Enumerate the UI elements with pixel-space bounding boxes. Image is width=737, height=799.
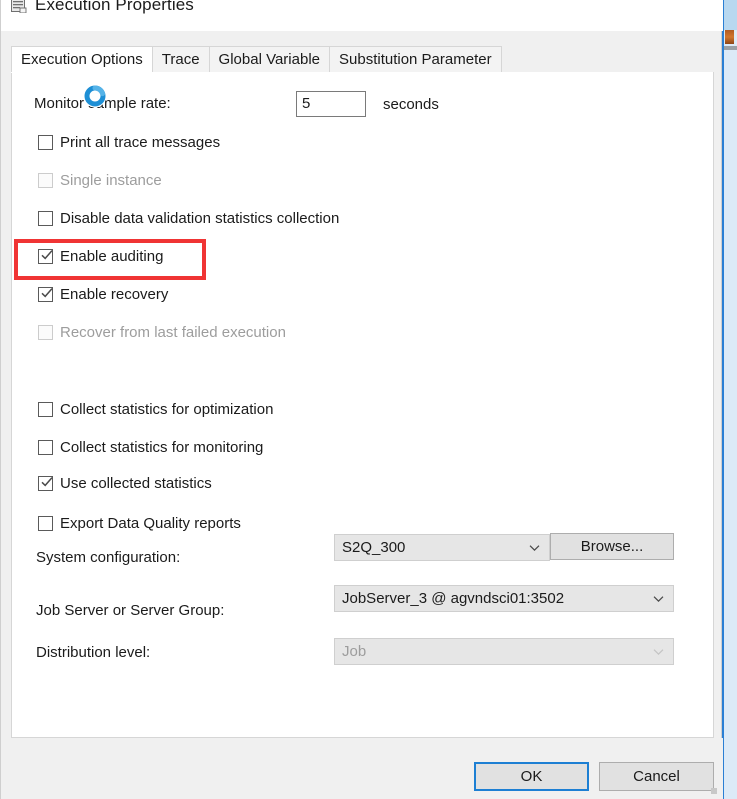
checkbox-label: Collect statistics for optimization: [60, 401, 274, 418]
job-server-label: Job Server or Server Group:: [36, 602, 225, 619]
execution-options-panel: Monitor sample rate: 5 seconds Print all…: [11, 72, 714, 738]
screen: Execution Properties – ✕ Execution Optio…: [0, 0, 737, 799]
job-server-combobox[interactable]: JobServer_3 @ agvndsci01:3502: [334, 585, 674, 612]
dialog-title: Execution Properties: [35, 0, 194, 14]
checkbox-label: Disable data validation statistics colle…: [60, 210, 340, 227]
checkbox-label: Recover from last failed execution: [60, 324, 286, 341]
system-configuration-value: S2Q_300: [342, 539, 406, 556]
checkbox-row-collect-statistics-for-optimization[interactable]: Collect statistics for optimization: [38, 401, 273, 418]
job-server-value: JobServer_3 @ agvndsci01:3502: [342, 590, 565, 607]
distribution-level-value: Job: [342, 643, 367, 660]
checkbox-row-single-instance: Single instance: [38, 172, 162, 189]
checkbox-row-export-data-quality-reports[interactable]: Export Data Quality reports: [38, 515, 241, 532]
cancel-button[interactable]: Cancel: [599, 762, 714, 791]
tab-global-variable[interactable]: Global Variable: [208, 46, 330, 72]
checkbox-label: Enable recovery: [60, 286, 169, 303]
checkbox-row-collect-statistics-for-monitoring[interactable]: Collect statistics for monitoring: [38, 439, 263, 456]
checkbox-row-recover-from-last-failed-execution: Recover from last failed execution: [38, 324, 286, 341]
checkbox-label: Use collected statistics: [60, 475, 212, 492]
ok-button[interactable]: OK: [474, 762, 589, 791]
checkbox-label: Print all trace messages: [60, 134, 221, 151]
background-window-edge[interactable]: [722, 0, 737, 799]
window-controls: – ✕: [585, 0, 723, 15]
background-window-divider: [724, 46, 737, 50]
browse-button[interactable]: Browse...: [550, 533, 674, 560]
tab-substitution-parameter[interactable]: Substitution Parameter: [329, 46, 502, 72]
checkbox-enable-recovery[interactable]: [38, 287, 53, 302]
tab-trace[interactable]: Trace: [151, 46, 210, 72]
checkbox-row-disable-data-validation-statistics-collection[interactable]: Disable data validation statistics colle…: [38, 210, 339, 227]
cancel-button-label: Cancel: [633, 768, 680, 785]
checkbox-recover-from-last-failed-execution: [38, 325, 53, 340]
chevron-down-icon: [529, 544, 540, 551]
checkbox-collect-statistics-for-monitoring[interactable]: [38, 440, 53, 455]
browse-button-label: Browse...: [580, 538, 644, 555]
tab-label: Substitution Parameter: [339, 51, 492, 68]
checkmark-icon: [41, 287, 53, 298]
monitor-sample-rate-label-row: Monitor sample rate:: [34, 95, 171, 112]
background-window-titlebar: [724, 0, 737, 30]
background-window-icon: [725, 30, 734, 44]
maximize-button[interactable]: [631, 0, 677, 15]
checkbox-label: Export Data Quality reports: [60, 515, 241, 532]
checkbox-row-use-collected-statistics[interactable]: Use collected statistics: [38, 475, 212, 492]
checkmark-icon: [41, 249, 53, 260]
checkbox-print-all-trace-messages[interactable]: [38, 135, 53, 150]
dialog-titlebar[interactable]: Execution Properties – ✕: [1, 0, 723, 31]
tab-label: Global Variable: [218, 51, 320, 68]
checkbox-single-instance: [38, 173, 53, 188]
checkbox-row-enable-recovery[interactable]: Enable recovery: [38, 286, 168, 303]
monitor-sample-rate-field-row: 5 seconds: [296, 91, 439, 117]
checkbox-row-enable-auditing[interactable]: Enable auditing: [38, 248, 163, 265]
document-properties-icon: [11, 0, 27, 14]
checkbox-label: Enable auditing: [60, 248, 164, 265]
checkbox-disable-data-validation-statistics-collection[interactable]: [38, 211, 53, 226]
chevron-down-icon: [653, 648, 664, 655]
distribution-level-label: Distribution level:: [36, 644, 151, 661]
checkbox-use-collected-statistics[interactable]: [38, 476, 53, 491]
dialog-footer: OK Cancel: [1, 738, 723, 799]
resize-grip[interactable]: [711, 788, 717, 794]
system-configuration-combobox[interactable]: S2Q_300: [334, 534, 550, 561]
system-configuration-label: System configuration:: [36, 549, 181, 566]
execution-properties-dialog: Execution Properties – ✕ Execution Optio…: [0, 0, 723, 799]
monitor-sample-rate-unit: seconds: [383, 95, 439, 113]
checkbox-label: Collect statistics for monitoring: [60, 439, 264, 456]
checkbox-export-data-quality-reports[interactable]: [38, 516, 53, 531]
checkbox-label: Single instance: [60, 172, 162, 189]
chevron-down-icon: [653, 595, 664, 602]
minimize-button[interactable]: –: [585, 0, 631, 15]
tab-execution-options[interactable]: Execution Options: [11, 46, 153, 72]
checkbox-collect-statistics-for-optimization[interactable]: [38, 402, 53, 417]
tab-label: Execution Options: [21, 51, 143, 68]
distribution-level-label-row: Distribution level:: [36, 644, 150, 661]
checkbox-enable-auditing[interactable]: [38, 249, 53, 264]
distribution-level-combobox: Job: [334, 638, 674, 665]
system-configuration-label-row: System configuration:: [36, 549, 180, 566]
tab-label: Trace: [161, 51, 200, 68]
tab-strip: Execution Options Trace Global Variable …: [11, 46, 714, 73]
checkmark-icon: [41, 476, 53, 487]
ok-button-label: OK: [520, 768, 543, 785]
monitor-sample-rate-input[interactable]: 5: [296, 91, 366, 117]
monitor-sample-rate-label: Monitor sample rate:: [34, 95, 171, 112]
close-button[interactable]: ✕: [677, 0, 723, 15]
checkbox-row-print-all-trace-messages[interactable]: Print all trace messages: [38, 134, 220, 151]
job-server-label-row: Job Server or Server Group:: [36, 602, 224, 619]
